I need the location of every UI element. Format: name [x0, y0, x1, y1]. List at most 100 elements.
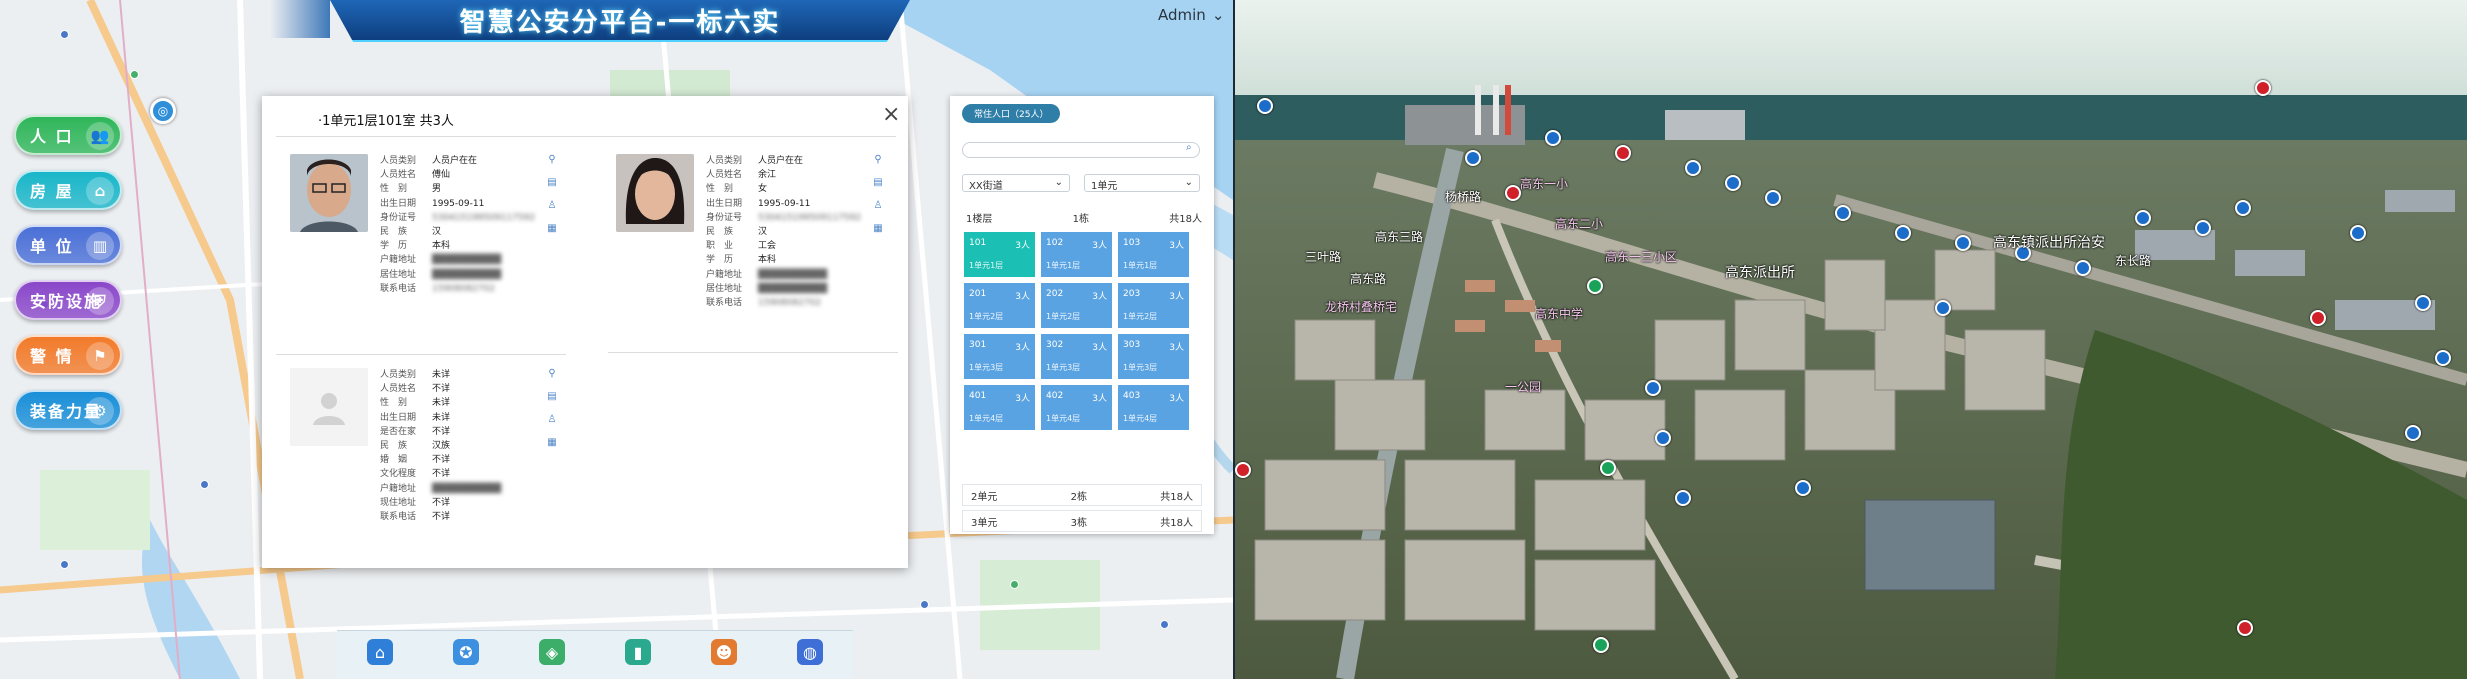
dock-item-1[interactable]: ✪: [436, 639, 496, 665]
camera-pin-icon[interactable]: [1955, 235, 1971, 251]
dock-item-5[interactable]: ◍: [780, 639, 840, 665]
nav-button-3[interactable]: 安防设施 ⛨: [14, 280, 122, 320]
alarm-pin-icon[interactable]: [1615, 145, 1631, 161]
nav-button-5[interactable]: 装备力量 ⚙: [14, 390, 122, 430]
locate-icon[interactable]: ◎: [150, 98, 176, 124]
room-cell[interactable]: 201 3人 1单元2层: [964, 283, 1035, 328]
field-value: ██████████: [758, 283, 828, 294]
person-field: 民 族汉: [380, 225, 540, 239]
camera-pin-icon[interactable]: [2415, 295, 2431, 311]
nav-button-1[interactable]: 房 屋 ⌂: [14, 170, 122, 210]
camera-pin-icon[interactable]: [1935, 300, 1951, 316]
person-location-icon[interactable]: ⚲: [546, 154, 558, 166]
unit-header-row[interactable]: 1楼层 1栋 共18人: [966, 210, 1202, 225]
unit-select[interactable]: 1单元 ⌄: [1084, 174, 1200, 192]
room-cell[interactable]: 302 3人 1单元3层: [1041, 334, 1112, 379]
user-icon[interactable]: ♙: [546, 200, 558, 212]
facility-pin-icon[interactable]: [1600, 460, 1616, 476]
card-icon[interactable]: ▤: [872, 177, 884, 189]
field-label: 联系电话: [380, 283, 417, 294]
user-icon[interactable]: ♙: [872, 200, 884, 212]
field-value: ██████████: [432, 483, 502, 494]
dock-item-3[interactable]: ▮: [608, 639, 668, 665]
facility-pin-icon[interactable]: [1593, 637, 1609, 653]
camera-pin-icon[interactable]: [2405, 425, 2421, 441]
camera-pin-icon[interactable]: [1765, 190, 1781, 206]
street-select[interactable]: XX街道 ⌄: [962, 174, 1070, 192]
alarm-pin-icon[interactable]: [1505, 185, 1521, 201]
card-icon[interactable]: ▤: [546, 177, 558, 189]
nav-label: 人 口: [30, 127, 74, 146]
camera-pin-icon[interactable]: [2235, 200, 2251, 216]
dock-item-4[interactable]: ☻: [694, 639, 754, 665]
room-count: 3人: [1092, 343, 1107, 353]
camera-pin-icon[interactable]: [1795, 480, 1811, 496]
room-cell[interactable]: 102 3人 1单元1层: [1041, 232, 1112, 277]
room-count: 3人: [1015, 241, 1030, 251]
room-cell[interactable]: 202 3人 1单元2层: [1041, 283, 1112, 328]
person-pin-icon: ☻: [711, 639, 737, 665]
camera-pin-icon[interactable]: [2075, 260, 2091, 276]
room-number: 303: [1123, 340, 1141, 350]
unit-select-value: 1单元: [1091, 181, 1118, 192]
camera-pin-icon[interactable]: [2435, 350, 2451, 366]
alarm-pin-icon[interactable]: [1235, 462, 1251, 478]
chart-icon[interactable]: ▦: [546, 437, 558, 449]
tab-resident-population[interactable]: 常住人口（25人）: [962, 104, 1061, 123]
facility-pin-icon[interactable]: [1587, 278, 1603, 294]
alarm-pin-icon[interactable]: [2310, 310, 2326, 326]
person-field: 人员姓名 不详: [380, 382, 540, 396]
camera-pin-icon[interactable]: [1545, 130, 1561, 146]
camera-pin-icon[interactable]: [2135, 210, 2151, 226]
room-cell[interactable]: 401 3人 1单元4层: [964, 385, 1035, 430]
room-cell[interactable]: 203 3人 1单元2层: [1118, 283, 1189, 328]
card-icon[interactable]: ▤: [546, 391, 558, 403]
person-field: 联系电话 15908082702: [380, 282, 540, 296]
user-icon[interactable]: ♙: [546, 414, 558, 426]
room-cell[interactable]: 103 3人 1单元1层: [1118, 232, 1189, 277]
camera-pin-icon[interactable]: [1645, 380, 1661, 396]
divider: [276, 136, 896, 137]
unit-row[interactable]: 3单元 3栋 共18人: [962, 510, 1202, 532]
dock-item-0[interactable]: ⌂: [350, 639, 410, 665]
person-location-icon[interactable]: ⚲: [872, 154, 884, 166]
room-cell[interactable]: 301 3人 1单元3层: [964, 334, 1035, 379]
left-map-view[interactable]: 智慧公安分平台-一标六实 Admin ⌄ ◎ 人 口 👥 房 屋 ⌂ 单 位 ▥ 安防设施 ⛨…: [0, 0, 1233, 679]
room-count: 3人: [1015, 394, 1030, 404]
camera-pin-icon[interactable]: [1655, 430, 1671, 446]
field-label: 身份证号: [706, 212, 743, 223]
chart-icon[interactable]: ▦: [546, 223, 558, 235]
room-cell[interactable]: 303 3人 1单元3层: [1118, 334, 1189, 379]
close-button[interactable]: ×: [882, 104, 900, 126]
alarm-pin-icon[interactable]: [2237, 620, 2253, 636]
chart-icon[interactable]: ▦: [872, 223, 884, 235]
3d-map-view[interactable]: 高东镇派出所治安 高东派出所 高东一三小区 龙桥村叠桥宅 杨桥路 高东三路 东长路 高东二小高…: [1235, 0, 2467, 679]
camera-pin-icon[interactable]: [1725, 175, 1741, 191]
room-cell[interactable]: 402 3人 1单元4层: [1041, 385, 1112, 430]
camera-pin-icon[interactable]: [2195, 220, 2211, 236]
chevron-down-icon: ⌄: [1211, 6, 1225, 24]
camera-pin-icon[interactable]: [1835, 205, 1851, 221]
camera-pin-icon[interactable]: [2350, 225, 2366, 241]
unit-row[interactable]: 2单元 2栋 共18人: [962, 484, 1202, 506]
nav-button-0[interactable]: 人 口 👥: [14, 115, 122, 155]
person-field: 出生日期 1995-09-11: [706, 197, 866, 211]
banner-wing-left: [270, 0, 330, 38]
room-tag: 1单元1层: [1046, 261, 1081, 270]
camera-pin-icon[interactable]: [1895, 225, 1911, 241]
nav-button-2[interactable]: 单 位 ▥: [14, 225, 122, 265]
person-location-icon[interactable]: ⚲: [546, 368, 558, 380]
search-input[interactable]: [962, 142, 1200, 158]
police-car-pin-icon[interactable]: [1257, 98, 1273, 114]
nav-button-4[interactable]: 警 情 ⚑: [14, 335, 122, 375]
camera-pin-icon[interactable]: [1685, 160, 1701, 176]
alarm-pin-icon[interactable]: [2255, 80, 2271, 96]
camera-pin-icon[interactable]: [1675, 490, 1691, 506]
dock-item-2[interactable]: ◈: [522, 639, 582, 665]
camera-pin-icon[interactable]: [1465, 150, 1481, 166]
search-icon[interactable]: ⌕: [1186, 142, 1192, 153]
user-menu[interactable]: Admin ⌄: [1158, 6, 1224, 24]
room-cell[interactable]: 101 3人 1单元1层: [964, 232, 1035, 277]
room-cell[interactable]: 403 3人 1单元4层: [1118, 385, 1189, 430]
person-field: 性 别 未详: [380, 396, 540, 410]
